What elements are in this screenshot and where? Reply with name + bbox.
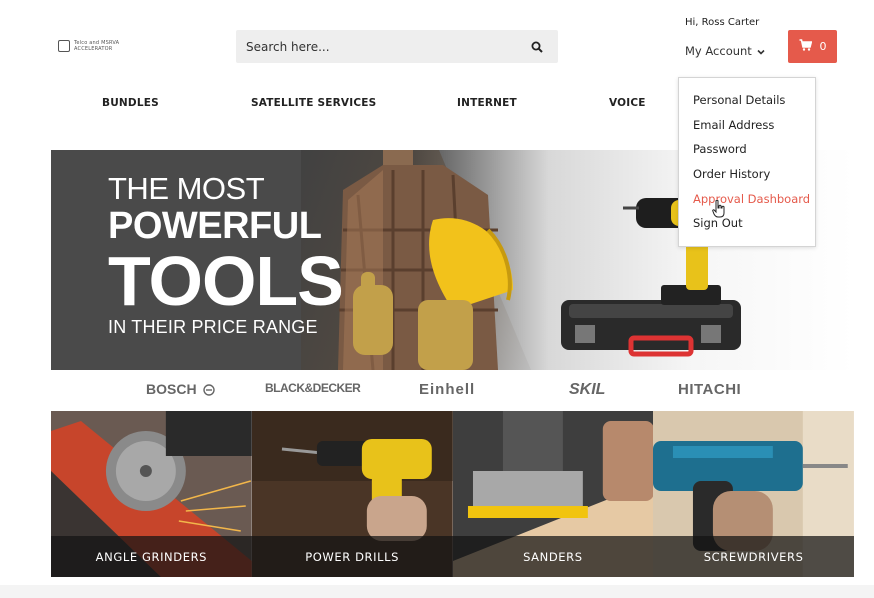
hero-line-2: POWERFUL (108, 205, 322, 247)
category-tile-sanders[interactable]: SANDERS (452, 411, 654, 577)
my-account-dropdown[interactable]: My Account (685, 44, 766, 58)
menu-item-personal-details[interactable]: Personal Details (679, 90, 815, 115)
search-input[interactable] (246, 39, 530, 54)
nav-item-internet[interactable]: INTERNET (457, 97, 517, 109)
account-dropdown-menu: Personal Details Email Address Password … (678, 77, 816, 247)
hero-line-1: THE MOST (108, 171, 265, 206)
bosch-logo-icon (203, 383, 215, 401)
user-greeting: Hi, Ross Carter (685, 17, 760, 28)
search-bar (236, 30, 558, 63)
nav-item-voice[interactable]: VOICE (609, 97, 646, 109)
brand-einhell[interactable]: Einhell (419, 381, 475, 398)
hero-line-3: TOOLS (108, 242, 344, 320)
category-tile-power-drills[interactable]: POWER DRILLS (251, 411, 453, 577)
menu-item-approval-dashboard[interactable]: Approval Dashboard (679, 189, 815, 214)
nav-item-satellite-services[interactable]: SATELLITE SERVICES (251, 97, 376, 109)
pointer-cursor-icon (712, 200, 725, 218)
category-label: POWER DRILLS (251, 536, 453, 577)
category-label: SCREWDRIVERS (653, 536, 854, 577)
search-icon[interactable] (530, 40, 544, 54)
cart-icon (799, 39, 812, 54)
page-footer-strip (0, 585, 874, 598)
menu-item-email-address[interactable]: Email Address (679, 115, 815, 140)
hero-line-4: IN THEIR PRICE RANGE (108, 317, 318, 337)
category-tile-angle-grinders[interactable]: ANGLE GRINDERS (51, 411, 252, 577)
hero-headline: THE MOST POWERFUL TOOLS IN THEIR PRICE R… (108, 171, 344, 338)
site-logo[interactable]: Telco and MSRVA ACCELERATOR (58, 40, 132, 52)
category-label: SANDERS (452, 536, 654, 577)
cart-button[interactable]: 0 (788, 30, 837, 63)
nav-item-bundles[interactable]: BUNDLES (102, 97, 159, 109)
my-account-label: My Account (685, 44, 752, 58)
category-tiles: ANGLE GRINDERS POWER DRILLS SANDERS SCRE… (51, 411, 854, 577)
brand-black-decker[interactable]: BLACK&DECKER (265, 381, 361, 395)
logo-text: Telco and MSRVA ACCELERATOR (74, 40, 120, 52)
logo-mark-icon (58, 40, 70, 52)
brand-strip: BOSCH BLACK&DECKER Einhell SKIL HITACHI (51, 378, 854, 404)
category-tile-screwdrivers[interactable]: SCREWDRIVERS (653, 411, 854, 577)
menu-item-password[interactable]: Password (679, 139, 815, 164)
brand-hitachi[interactable]: HITACHI (678, 381, 741, 398)
brand-skil[interactable]: SKIL (569, 381, 605, 399)
brand-bosch[interactable]: BOSCH (146, 381, 197, 397)
category-label: ANGLE GRINDERS (51, 536, 252, 577)
menu-item-order-history[interactable]: Order History (679, 164, 815, 189)
chevron-down-icon (756, 46, 766, 56)
menu-item-sign-out[interactable]: Sign Out (679, 213, 815, 238)
cart-count: 0 (819, 40, 827, 53)
hero-worker-image (338, 150, 513, 370)
